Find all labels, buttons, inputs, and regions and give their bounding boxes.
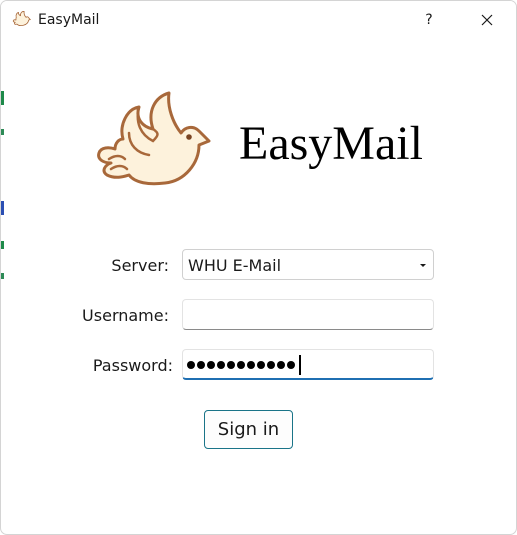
password-dot (207, 361, 215, 369)
password-dot (227, 361, 235, 369)
window-title: EasyMail (38, 12, 100, 28)
password-dot (257, 361, 265, 369)
username-input[interactable] (183, 300, 433, 329)
password-dot (187, 361, 195, 369)
text-cursor (299, 355, 301, 375)
server-select-value: WHU E-Mail (188, 256, 282, 275)
password-dot (267, 361, 275, 369)
close-button[interactable] (465, 1, 509, 39)
bird-logo-icon (97, 91, 211, 186)
server-select[interactable]: WHU E-Mail (182, 249, 434, 280)
title-bar[interactable]: EasyMail ? (1, 1, 516, 39)
close-icon (481, 14, 493, 26)
sign-in-button[interactable]: Sign in (204, 410, 293, 449)
password-mask (187, 355, 301, 375)
desktop-background-sliver (1, 1, 4, 534)
help-button[interactable]: ? (407, 1, 451, 39)
password-dot (217, 361, 225, 369)
password-dot (247, 361, 255, 369)
password-dot (197, 361, 205, 369)
bird-icon (12, 11, 31, 26)
username-label: Username: (82, 306, 169, 325)
dropdown-arrow-icon (420, 264, 426, 267)
password-dot (237, 361, 245, 369)
password-label: Password: (92, 356, 173, 375)
app-logo-text: EasyMail (239, 117, 423, 170)
username-field-box (182, 299, 434, 330)
password-dot (277, 361, 285, 369)
server-label: Server: (111, 256, 169, 275)
password-dot (287, 361, 295, 369)
password-field[interactable] (182, 349, 434, 380)
easymail-login-window: EasyMail ? EasyMail Server: WHU E-Mail U… (0, 0, 517, 535)
